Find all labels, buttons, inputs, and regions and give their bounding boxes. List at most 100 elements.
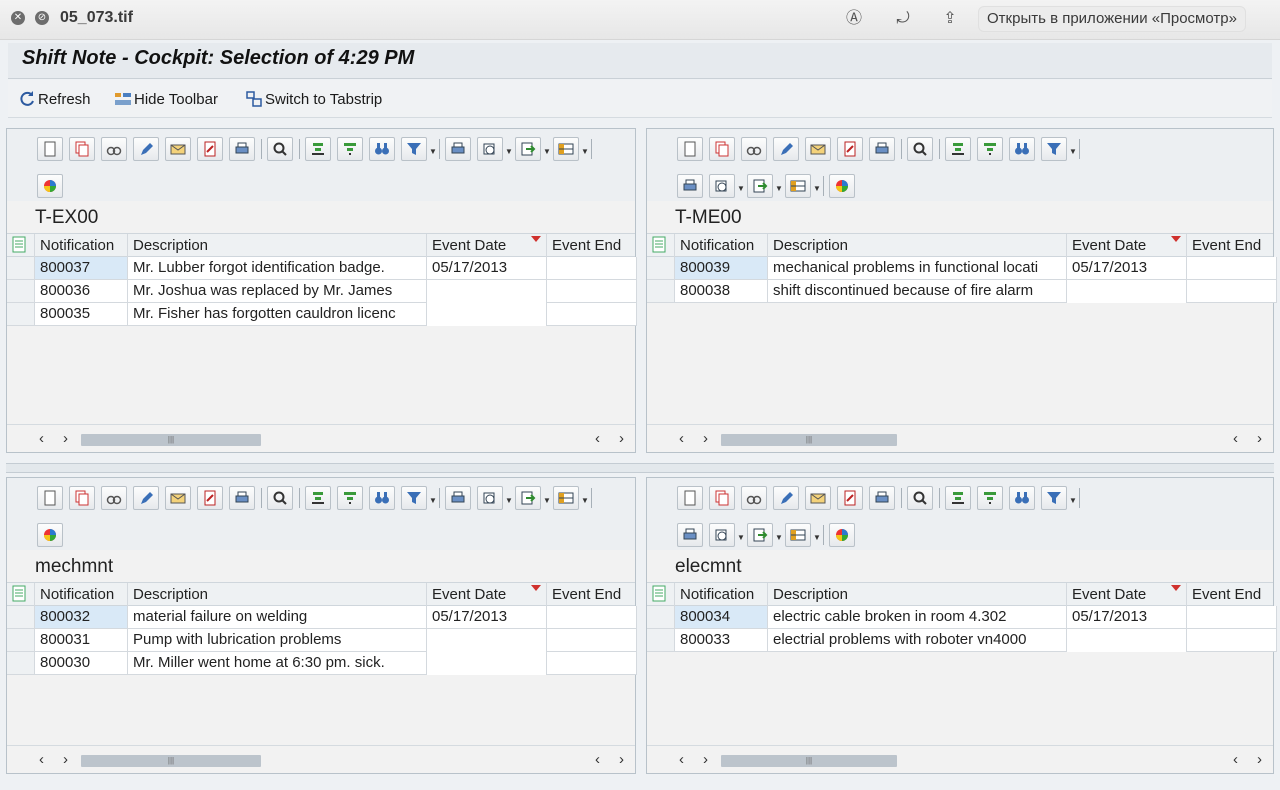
column-header-notification[interactable]: Notification (35, 583, 128, 606)
mail-button[interactable] (165, 486, 191, 510)
scroll-left-icon[interactable]: ‹ (595, 751, 600, 768)
column-header-event-end[interactable]: Event End (547, 234, 637, 257)
row-selector[interactable] (7, 629, 35, 652)
column-header-notification[interactable]: Notification (35, 234, 128, 257)
filter-button[interactable] (1041, 137, 1067, 161)
select-all-button[interactable] (7, 234, 35, 257)
calculate-button[interactable] (477, 137, 503, 161)
notification-cell[interactable]: 800032 (35, 606, 128, 629)
table-row[interactable]: 800033 electrial problems with roboter v… (647, 629, 1277, 652)
calculate-button[interactable] (709, 174, 735, 198)
description-cell[interactable]: shift discontinued because of fire alarm (768, 280, 1067, 303)
event-date-cell[interactable] (427, 652, 547, 675)
dropdown-arrow-icon[interactable]: ▼ (775, 174, 783, 198)
layout-button[interactable] (785, 174, 811, 198)
sort-ascending-button[interactable] (305, 486, 331, 510)
event-end-cell[interactable] (547, 629, 637, 652)
column-header-notification[interactable]: Notification (675, 583, 768, 606)
table-row[interactable]: 800034 electric cable broken in room 4.3… (647, 606, 1277, 629)
description-cell[interactable]: electrial problems with roboter vn4000 (768, 629, 1067, 652)
new-document-button[interactable] (37, 137, 63, 161)
scroll-right-icon[interactable]: › (1257, 430, 1262, 447)
select-all-button[interactable] (647, 234, 675, 257)
export-button[interactable] (515, 137, 541, 161)
table-row[interactable]: 800036 Mr. Joshua was replaced by Mr. Ja… (7, 280, 637, 303)
select-all-button[interactable] (7, 583, 35, 606)
print-button[interactable] (229, 137, 255, 161)
event-end-cell[interactable] (547, 280, 637, 303)
row-selector[interactable] (647, 606, 675, 629)
scroll-right-icon[interactable]: › (619, 430, 624, 447)
refresh-button[interactable]: Refresh (18, 90, 91, 108)
binoculars-button[interactable] (1009, 486, 1035, 510)
notification-cell[interactable]: 800036 (35, 280, 128, 303)
event-end-cell[interactable] (547, 257, 637, 280)
column-header-event-end[interactable]: Event End (547, 583, 637, 606)
details-button[interactable] (101, 137, 127, 161)
scroll-right-icon[interactable]: › (619, 751, 624, 768)
row-selector[interactable] (647, 257, 675, 280)
table-row[interactable]: 800035 Mr. Fisher has forgotten cauldron… (7, 303, 637, 326)
pdf-button[interactable] (837, 486, 863, 510)
notification-cell[interactable]: 800031 (35, 629, 128, 652)
scroll-thumb[interactable]: ||| (81, 755, 261, 767)
event-date-cell[interactable]: 05/17/2013 (427, 257, 547, 280)
table-row[interactable]: 800039 mechanical problems in functional… (647, 257, 1277, 280)
edit-button[interactable] (773, 137, 799, 161)
table-row[interactable]: 800031 Pump with lubrication problems (7, 629, 637, 652)
row-selector[interactable] (7, 280, 35, 303)
event-date-cell[interactable]: 05/17/2013 (1067, 257, 1187, 280)
event-date-cell[interactable] (427, 629, 547, 652)
scroll-right-icon[interactable]: › (1257, 751, 1262, 768)
markup-icon[interactable]: Ⓐ (843, 8, 865, 30)
scroll-left-icon[interactable]: ‹ (679, 751, 684, 768)
horizontal-scrollbar[interactable]: ‹ › ||| ‹ › (7, 424, 635, 452)
dropdown-arrow-icon[interactable]: ▼ (737, 174, 745, 198)
dropdown-arrow-icon[interactable]: ▼ (543, 137, 551, 161)
pdf-button[interactable] (837, 137, 863, 161)
scroll-left-icon[interactable]: ‹ (1233, 751, 1238, 768)
scroll-left-icon[interactable]: ‹ (39, 751, 44, 768)
print-preview-button[interactable] (677, 174, 703, 198)
switch-tabstrip-button[interactable]: Switch to Tabstrip (245, 90, 382, 108)
edit-button[interactable] (133, 486, 159, 510)
notification-cell[interactable]: 800034 (675, 606, 768, 629)
notification-cell[interactable]: 800030 (35, 652, 128, 675)
scroll-right-icon[interactable]: › (703, 751, 708, 768)
dropdown-arrow-icon[interactable]: ▼ (429, 137, 437, 161)
dropdown-arrow-icon[interactable]: ▼ (505, 486, 513, 510)
horizontal-scrollbar[interactable]: ‹ › ||| ‹ › (647, 424, 1273, 452)
pdf-button[interactable] (197, 137, 223, 161)
print-preview-button[interactable] (677, 523, 703, 547)
print-button[interactable] (869, 486, 895, 510)
layout-button[interactable] (553, 137, 579, 161)
column-header-event-end[interactable]: Event End (1187, 583, 1277, 606)
scroll-left-icon[interactable]: ‹ (1233, 430, 1238, 447)
new-document-button[interactable] (677, 486, 703, 510)
select-all-button[interactable] (647, 583, 675, 606)
close-icon[interactable]: ✕ (11, 11, 25, 25)
event-date-cell[interactable] (1067, 629, 1187, 652)
event-date-cell[interactable] (427, 280, 547, 303)
scroll-thumb[interactable]: ||| (721, 755, 897, 767)
table-row[interactable]: 800038 shift discontinued because of fir… (647, 280, 1277, 303)
calculate-button[interactable] (709, 523, 735, 547)
pdf-button[interactable] (197, 486, 223, 510)
dropdown-arrow-icon[interactable]: ▼ (581, 137, 589, 161)
edit-button[interactable] (133, 137, 159, 161)
description-cell[interactable]: Mr. Miller went home at 6:30 pm. sick. (128, 652, 427, 675)
row-selector[interactable] (7, 606, 35, 629)
dropdown-arrow-icon[interactable]: ▼ (1069, 486, 1077, 510)
details-button[interactable] (741, 137, 767, 161)
minimize-icon[interactable]: ⊘ (35, 11, 49, 25)
dropdown-arrow-icon[interactable]: ▼ (581, 486, 589, 510)
share-icon[interactable]: ⇪ (939, 8, 961, 30)
dropdown-arrow-icon[interactable]: ▼ (813, 523, 821, 547)
scroll-thumb[interactable]: ||| (721, 434, 897, 446)
filter-button[interactable] (1041, 486, 1067, 510)
new-document-button[interactable] (677, 137, 703, 161)
row-selector[interactable] (647, 629, 675, 652)
new-document-button[interactable] (37, 486, 63, 510)
hide-toolbar-button[interactable]: Hide Toolbar (114, 90, 218, 108)
chart-button[interactable] (37, 523, 63, 547)
